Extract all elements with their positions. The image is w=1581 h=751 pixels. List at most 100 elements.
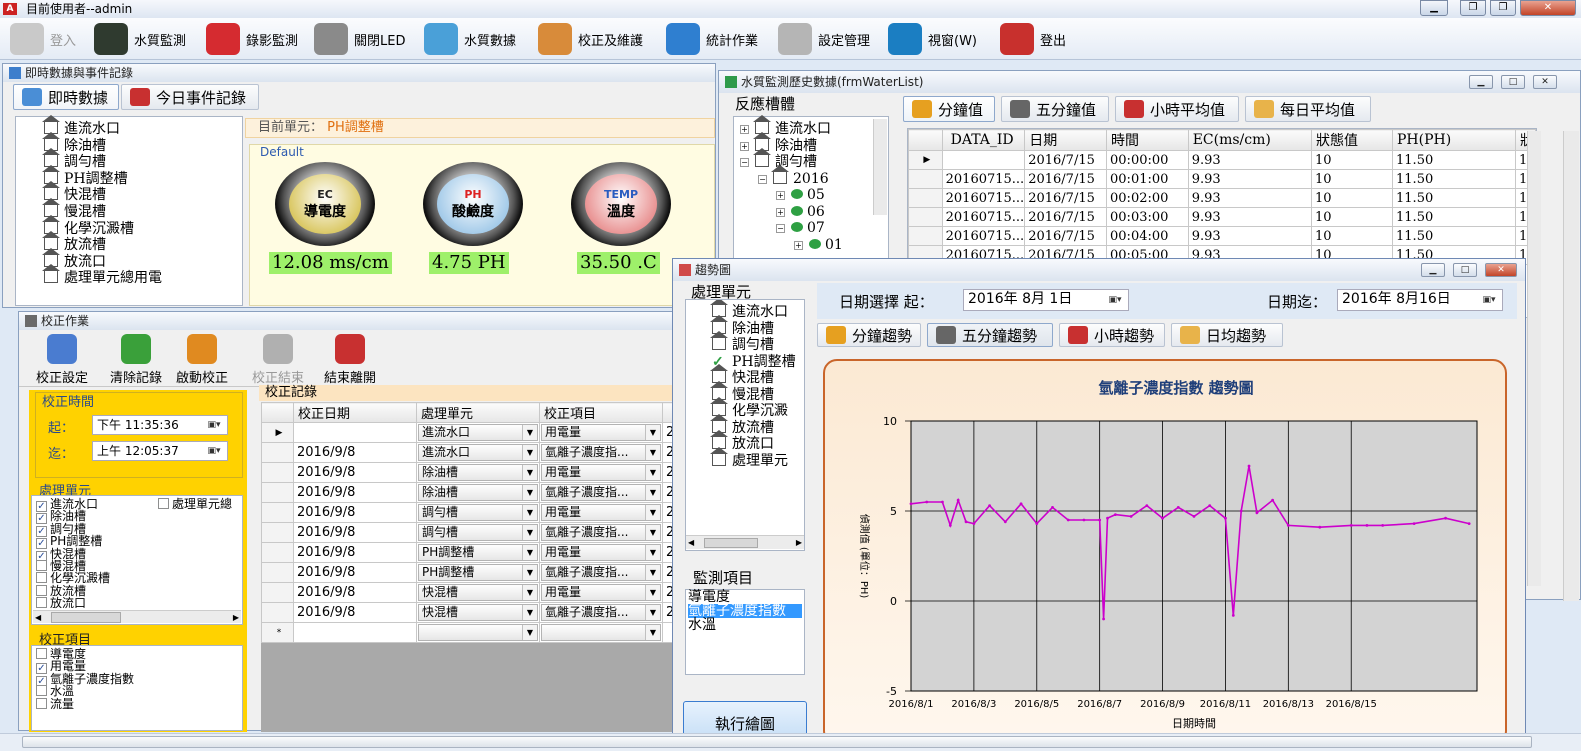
table-cell[interactable]: 用電量	[539, 502, 663, 523]
close-button[interactable]: ❐	[1490, 0, 1516, 16]
table-cell[interactable]: 進流水口	[416, 422, 540, 443]
toolbar-button-4[interactable]: 水質數據	[424, 20, 516, 58]
table-row[interactable]: 20160715... 2016/7/15 00:04:00 9.93 10 11.50 1	[908, 226, 1536, 246]
calibration-item-list[interactable]: 導電度 ✓ 用電量 ✓ 氫離子濃度指數 水溫 流量	[31, 645, 243, 731]
table-row[interactable]: 20160715... 2016/7/15 00:02:00 9.93 10 11.50 1	[908, 188, 1536, 208]
table-cell[interactable]: 00:02:00	[1106, 188, 1189, 208]
expand-icon[interactable]: +	[794, 240, 803, 250]
table-cell[interactable]: 氫離子濃度指...	[539, 562, 663, 583]
table-row[interactable]: 2016/9/8快混槽氫離子濃度指...2	[261, 602, 677, 623]
table-cell[interactable]: 氫離子濃度指...	[539, 442, 663, 463]
row-selector[interactable]	[261, 462, 294, 483]
table-cell[interactable]: PH調整槽	[416, 542, 540, 563]
combo-box[interactable]: 除油槽	[418, 464, 538, 481]
monitor-item[interactable]: 水溫	[688, 618, 802, 632]
calendar-dropdown-icon[interactable]: ▣▾	[203, 418, 225, 432]
table-cell[interactable]: 氫離子濃度指...	[539, 482, 663, 503]
calib-button-1[interactable]: 清除記錄	[103, 334, 169, 386]
table-cell[interactable]: 10	[1311, 188, 1394, 208]
calendar-dropdown-icon[interactable]: ▣▾	[203, 444, 225, 458]
expand-icon[interactable]: +	[776, 191, 785, 200]
trend-tree-hscrollbar[interactable]: ◀ ▶	[686, 535, 804, 549]
table-row[interactable]: ▶2016/9/8進流水口用電量2	[261, 422, 677, 443]
realtime-unit-tree[interactable]: 進流水口 除油槽 調勻槽 PH調整槽 快混槽 慢混槽 化學沉澱槽 放流槽 放流口 處理單元總用電	[15, 115, 243, 306]
table-cell[interactable]	[539, 622, 663, 643]
expand-icon[interactable]: +	[776, 207, 785, 217]
history-minimize-button[interactable]: ▁	[1469, 75, 1493, 89]
table-cell[interactable]: 2016/9/8	[293, 462, 417, 483]
checkbox-icon[interactable]	[36, 648, 47, 659]
tree-item[interactable]: + 除油槽	[740, 131, 817, 154]
date-start-picker[interactable]: 2016年 8月 1日 ▣▾	[963, 289, 1129, 311]
table-cell[interactable]: 00:04:00	[1106, 226, 1189, 246]
table-cell[interactable]: 11.50	[1392, 207, 1516, 227]
monitor-item[interactable]: 氫離子濃度指數	[688, 604, 802, 618]
table-cell[interactable]	[416, 622, 540, 643]
table-row[interactable]: 20160715... 2016/7/15 00:03:00 9.93 10 11.50 1	[908, 207, 1536, 227]
history-maximize-button[interactable]: □	[1501, 75, 1525, 89]
unit-checkbox[interactable]: 放流口	[36, 597, 86, 609]
table-cell[interactable]: 00:01:00	[1106, 169, 1189, 189]
expand-icon[interactable]: +	[740, 141, 749, 151]
table-row[interactable]: 2016/9/8PH調整槽氫離子濃度指...2	[261, 562, 677, 583]
table-row[interactable]: 2016/9/8進流水口氫離子濃度指...2	[261, 442, 677, 463]
row-selector[interactable]	[261, 582, 294, 603]
monitor-item[interactable]: 導電度	[688, 590, 802, 604]
combo-box[interactable]: 快混槽	[418, 584, 538, 601]
row-selector[interactable]	[908, 188, 943, 208]
row-selector[interactable]	[908, 169, 943, 189]
history-grid-scrollbar[interactable]	[1527, 131, 1541, 586]
checkbox-icon[interactable]	[36, 560, 47, 571]
table-cell[interactable]: 10	[1311, 226, 1394, 246]
trend-maximize-button[interactable]: □	[1453, 263, 1477, 277]
table-cell[interactable]: 9.93	[1187, 150, 1313, 170]
table-cell[interactable]: 2016/9/8	[293, 502, 417, 523]
history-tab-0[interactable]: 分鐘值	[903, 96, 995, 122]
checkbox-icon[interactable]	[36, 584, 47, 596]
column-header[interactable]: EC(ms/cm)	[1187, 129, 1313, 151]
checkbox-icon[interactable]	[36, 572, 47, 584]
trend-unit-tree[interactable]: 進流水口 除油槽 調勻槽 ✓ PH調整槽 快混槽 慢混槽 化學沉澱 放流槽 放流口 處理單元	[685, 299, 805, 551]
table-cell[interactable]: 2016/9/8	[293, 482, 417, 503]
tree-item[interactable]: +06	[776, 204, 825, 220]
item-checkbox[interactable]: 水溫	[36, 685, 74, 697]
end-time-picker[interactable]: 上午 12:05:37 ▣▾	[92, 441, 228, 461]
row-selector[interactable]	[261, 482, 294, 503]
start-time-picker[interactable]: 下午 11:35:36 ▣▾	[92, 415, 228, 435]
combo-box[interactable]: 除油槽	[418, 484, 538, 501]
trend-tab-2[interactable]: 小時趨勢	[1059, 323, 1165, 347]
toolbar-button-3[interactable]: 關閉LED	[314, 20, 405, 58]
table-cell[interactable]: 2016/7/15	[1024, 150, 1108, 170]
table-cell[interactable]: 2016/9/8	[293, 442, 417, 463]
table-cell[interactable]: 調勻槽	[416, 502, 540, 523]
toolbar-button-6[interactable]: 統計作業	[666, 20, 758, 58]
combo-box[interactable]: 快混槽	[418, 604, 538, 621]
combo-box[interactable]: PH調整槽	[418, 544, 538, 561]
table-cell[interactable]: 2016/7/15	[1024, 188, 1108, 208]
toolbar-button-2[interactable]: 錄影監測	[206, 20, 298, 58]
combo-box[interactable]: 氫離子濃度指...	[541, 444, 661, 461]
table-cell[interactable]: 00:03:00	[1106, 207, 1189, 227]
table-cell[interactable]: 調勻槽	[416, 522, 540, 543]
calendar-dropdown-icon[interactable]: ▣▾	[1478, 293, 1500, 307]
trend-minimize-button[interactable]: ▁	[1421, 263, 1445, 277]
history-tree-scrollbar[interactable]	[873, 119, 887, 215]
history-close-button[interactable]: ✕	[1533, 75, 1557, 89]
expand-icon[interactable]: +	[740, 125, 749, 134]
table-cell[interactable]: 2016/9/8	[293, 602, 417, 623]
row-selector[interactable]	[261, 562, 294, 583]
table-cell[interactable]: 9.93	[1187, 207, 1313, 227]
trend-tab-3[interactable]: 日均趨勢	[1171, 323, 1283, 347]
column-header[interactable]: 時間	[1106, 129, 1189, 151]
expand-icon[interactable]: −	[776, 224, 785, 233]
history-tab-2[interactable]: 小時平均值	[1115, 96, 1239, 122]
toolbar-button-8[interactable]: 視窗(W)	[888, 20, 977, 58]
tree-item[interactable]: 處理單元總用電	[42, 264, 162, 286]
table-cell[interactable]: 2016/7/15	[1024, 207, 1108, 227]
toolbar-button-9[interactable]: 登出	[1000, 20, 1066, 58]
table-cell[interactable]: 00:00:00	[1106, 150, 1189, 170]
table-cell[interactable]: 20160715...	[941, 188, 1026, 208]
checkbox-icon[interactable]	[36, 685, 47, 697]
table-cell[interactable]: 20160715...	[941, 169, 1026, 189]
combo-box[interactable]	[541, 624, 661, 641]
